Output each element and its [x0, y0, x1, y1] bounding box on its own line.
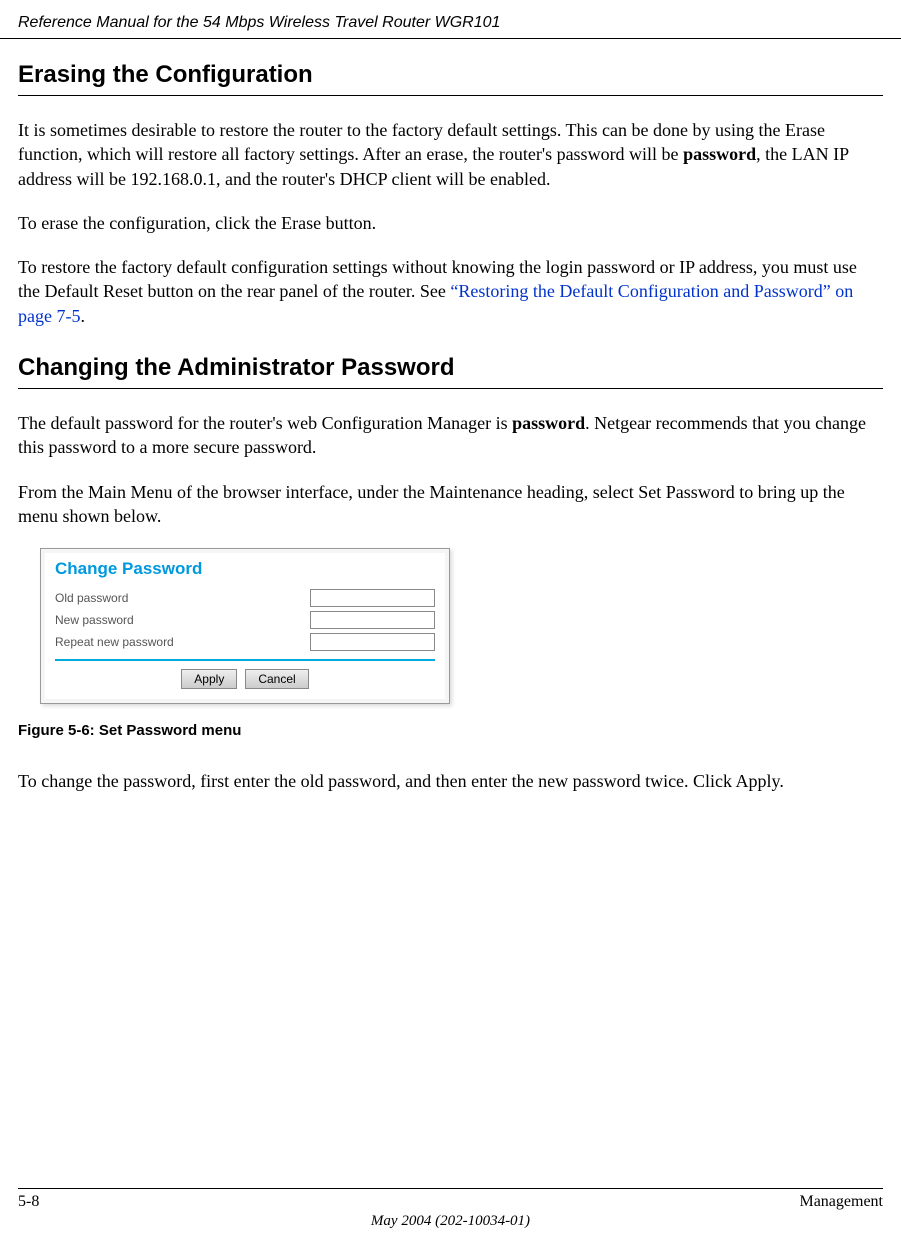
button-row: Apply Cancel [55, 669, 435, 689]
changing-p1-pre: The default password for the router's we… [18, 413, 512, 433]
changing-p1-bold: password [512, 413, 585, 433]
old-password-input[interactable] [310, 589, 435, 607]
old-password-row: Old password [55, 589, 435, 607]
erasing-p2: To erase the configuration, click the Er… [18, 211, 883, 235]
changing-p2: From the Main Menu of the browser interf… [18, 480, 883, 529]
cancel-button[interactable]: Cancel [245, 669, 308, 689]
erasing-p1-bold: password [683, 144, 756, 164]
change-password-panel: Change Password Old password New passwor… [45, 553, 445, 699]
panel-title: Change Password [55, 559, 435, 579]
section-heading-erasing: Erasing the Configuration [18, 61, 883, 96]
footer-date: May 2004 (202-10034-01) [18, 1213, 883, 1230]
page-footer: 5-8 Management May 2004 (202-10034-01) [0, 1188, 901, 1230]
erasing-p1: It is sometimes desirable to restore the… [18, 118, 883, 191]
section-heading-changing-password: Changing the Administrator Password [18, 354, 883, 389]
repeat-password-label: Repeat new password [55, 635, 174, 649]
new-password-input[interactable] [310, 611, 435, 629]
page-header: Reference Manual for the 54 Mbps Wireles… [0, 0, 901, 39]
changing-p3: To change the password, first enter the … [18, 769, 883, 793]
old-password-label: Old password [55, 591, 128, 605]
panel-divider [55, 659, 435, 661]
header-title: Reference Manual for the 54 Mbps Wireles… [18, 14, 500, 31]
apply-button[interactable]: Apply [181, 669, 237, 689]
page-number: 5-8 [18, 1193, 39, 1211]
figure-caption: Figure 5-6: Set Password menu [18, 722, 883, 739]
new-password-label: New password [55, 613, 134, 627]
change-password-figure: Change Password Old password New passwor… [40, 548, 450, 704]
new-password-row: New password [55, 611, 435, 629]
erasing-p3: To restore the factory default configura… [18, 255, 883, 328]
changing-p1: The default password for the router's we… [18, 411, 883, 460]
footer-line: 5-8 Management [18, 1188, 883, 1211]
repeat-password-row: Repeat new password [55, 633, 435, 651]
page-content: Erasing the Configuration It is sometime… [0, 61, 901, 794]
chapter-name: Management [799, 1193, 883, 1211]
repeat-password-input[interactable] [310, 633, 435, 651]
erasing-p3-post: . [80, 306, 85, 326]
